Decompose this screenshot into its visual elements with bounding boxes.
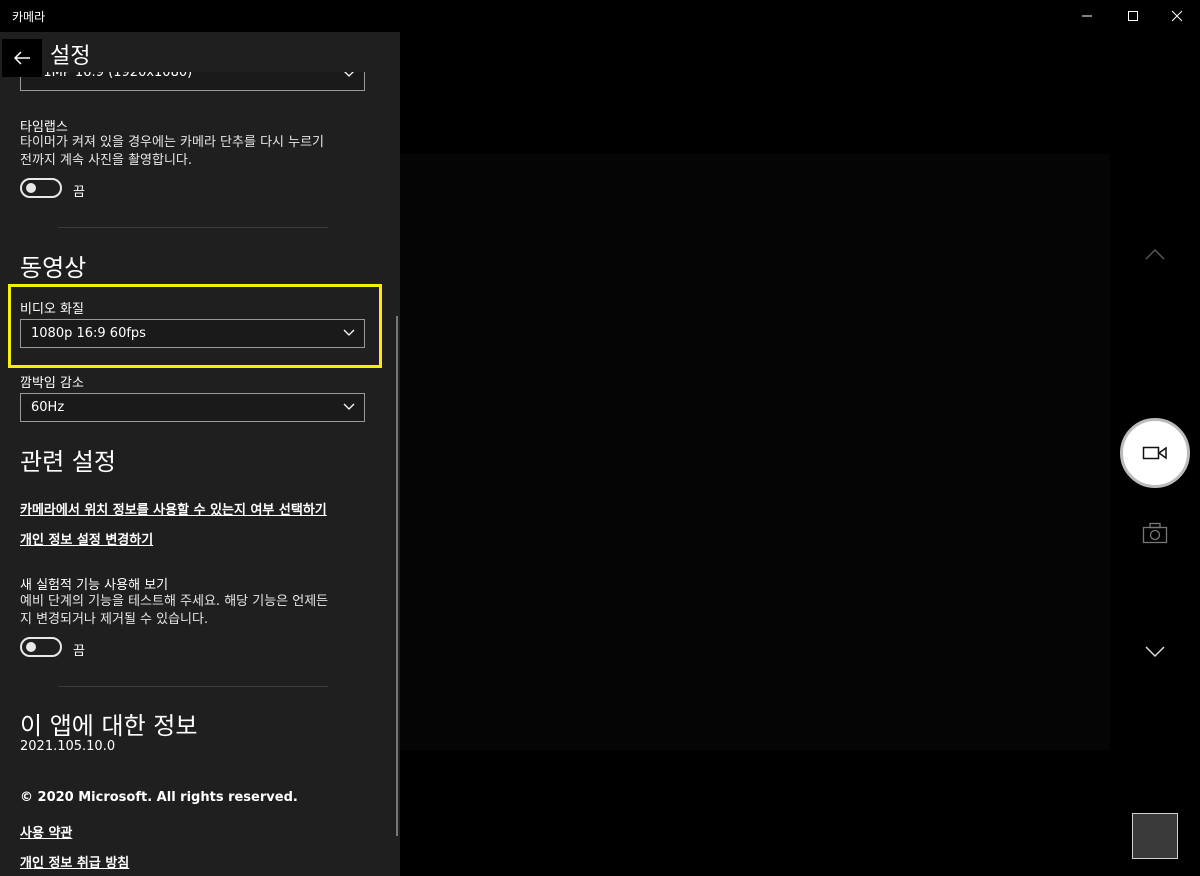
about-heading: 이 앱에 대한 정보	[20, 712, 198, 740]
related-settings-heading: 관련 설정	[20, 448, 116, 476]
video-camera-icon	[1142, 446, 1167, 460]
copyright-text: © 2020 Microsoft. All rights reserved.	[20, 790, 298, 805]
close-button[interactable]	[1154, 0, 1200, 32]
experimental-toggle[interactable]	[20, 637, 62, 657]
flicker-reduction-label: 깜박임 감소	[20, 376, 84, 391]
back-button[interactable]	[2, 39, 42, 77]
video-quality-highlight	[8, 284, 382, 368]
timelapse-description-2: 전까지 계속 사진을 촬영합니다.	[20, 153, 193, 168]
timelapse-toggle-state: 끔	[73, 185, 85, 200]
divider	[58, 227, 328, 228]
flicker-reduction-value: 60Hz	[31, 400, 65, 415]
divider	[58, 686, 328, 687]
experimental-toggle-state: 끔	[73, 644, 85, 659]
privacy-settings-link[interactable]: 개인 정보 설정 변경하기	[20, 529, 153, 548]
experimental-label: 새 실험적 기능 사용해 보기	[20, 578, 169, 593]
title-bar: 카메라	[0, 0, 1200, 32]
window-title: 카메라	[12, 10, 46, 24]
mode-down-button[interactable]	[1143, 644, 1167, 664]
chevron-up-icon	[1145, 248, 1165, 260]
minimize-button[interactable]	[1064, 0, 1110, 32]
back-arrow-icon	[13, 51, 30, 65]
settings-title: 설정	[50, 44, 91, 69]
minimize-icon	[1082, 15, 1092, 17]
toggle-knob	[26, 642, 36, 652]
app-version: 2021.105.10.0	[20, 739, 116, 754]
photo-camera-icon	[1142, 522, 1168, 544]
location-settings-link[interactable]: 카메라에서 위치 정보를 사용할 수 있는지 여부 선택하기	[20, 499, 327, 518]
experimental-description-1: 예비 단계의 기능을 테스트해 주세요. 해당 기능은 언제든	[20, 594, 329, 609]
photo-mode-button[interactable]	[1142, 522, 1168, 548]
chevron-down-icon	[343, 403, 355, 410]
timelapse-description-1: 타이머가 켜져 있을 경우에는 카메라 단추를 다시 누르기	[20, 135, 325, 150]
camera-viewfinder	[400, 154, 1110, 750]
toggle-knob	[26, 183, 36, 193]
timelapse-toggle[interactable]	[20, 178, 62, 198]
experimental-description-2: 지 변경되거나 제거될 수 있습니다.	[20, 612, 209, 627]
video-section-heading: 동영상	[20, 254, 87, 282]
gallery-thumbnail[interactable]	[1132, 813, 1178, 859]
scrollbar[interactable]	[396, 316, 398, 836]
record-video-button[interactable]	[1120, 418, 1190, 488]
privacy-policy-link[interactable]: 개인 정보 취급 방침	[20, 852, 129, 871]
chevron-down-icon	[1145, 646, 1165, 658]
terms-link[interactable]: 사용 약관	[20, 822, 72, 841]
close-icon	[1171, 10, 1183, 22]
settings-panel: 2.1MP 16:9 (1920x1080) 타임랩스 타이머가 켜져 있을 경…	[0, 32, 400, 876]
maximize-button[interactable]	[1110, 0, 1156, 32]
maximize-icon	[1128, 11, 1138, 21]
flicker-reduction-dropdown[interactable]: 60Hz	[20, 393, 365, 422]
mode-up-button[interactable]	[1143, 246, 1167, 266]
